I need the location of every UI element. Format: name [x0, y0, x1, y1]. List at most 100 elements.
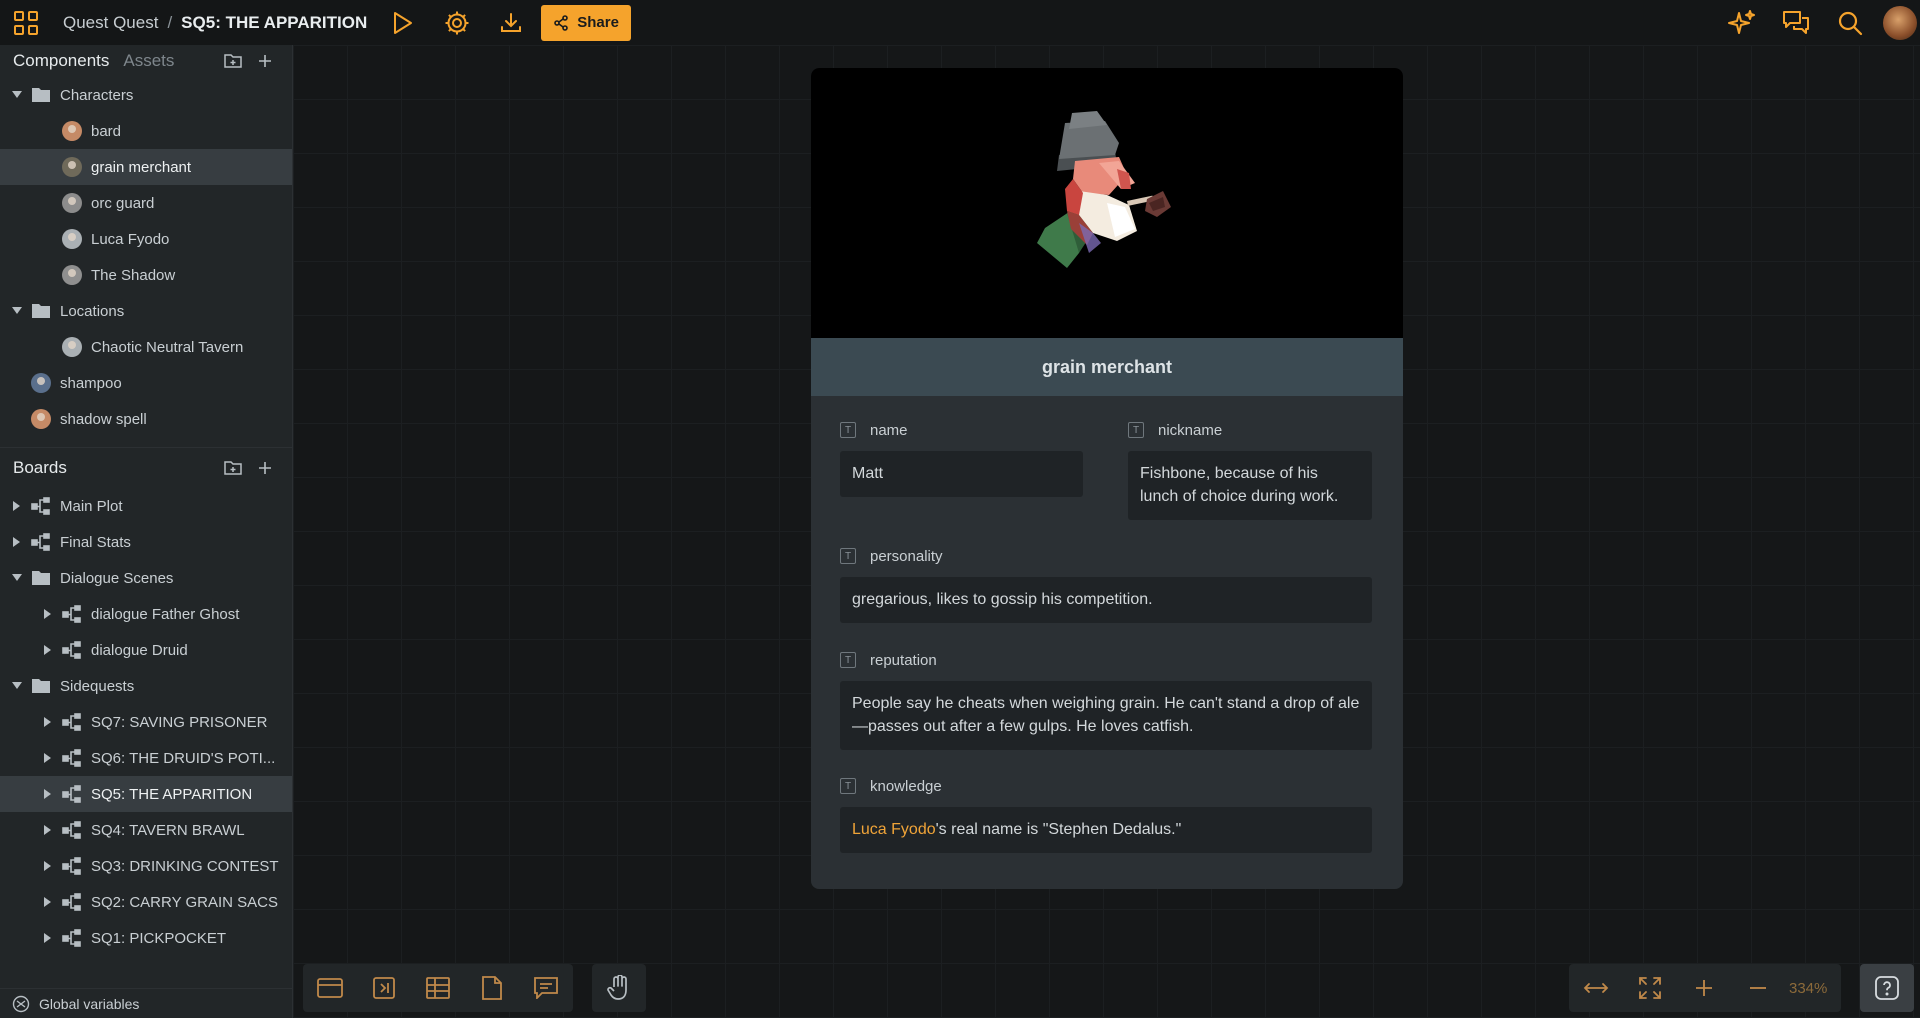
- sidebar-item-dialogue-druid[interactable]: dialogue Druid: [0, 632, 292, 668]
- new-board-folder-icon[interactable]: [219, 454, 247, 482]
- sidebar-item-sq4-tavern-brawl[interactable]: SQ4: TAVERN BRAWL: [0, 812, 292, 848]
- sidebar-item-the-shadow[interactable]: The Shadow: [0, 257, 292, 293]
- personality-input[interactable]: gregarious, likes to gossip his competit…: [840, 577, 1372, 623]
- sidebar-item-label: Chaotic Neutral Tavern: [91, 338, 244, 356]
- sidebar-item-dialogue-scenes[interactable]: Dialogue Scenes: [0, 560, 292, 596]
- global-variables-icon: [12, 995, 30, 1012]
- collapse-caret-icon[interactable]: [39, 789, 57, 799]
- pan-toolbar: [592, 964, 646, 1012]
- board-icon: [61, 783, 83, 805]
- collapse-caret-icon[interactable]: [39, 933, 57, 943]
- field-reputation: Treputation People say he cheats when we…: [840, 649, 1372, 750]
- sidebar-item-sq7-saving-prisoner[interactable]: SQ7: SAVING PRISONER: [0, 704, 292, 740]
- add-jump-node-icon[interactable]: [357, 964, 411, 1012]
- entity-thumbnail-icon: [30, 408, 52, 430]
- tab-assets[interactable]: Assets: [123, 51, 174, 71]
- expand-caret-icon[interactable]: [8, 91, 26, 99]
- sidebar-item-shampoo[interactable]: shampoo: [0, 365, 292, 401]
- entity-portrait: [811, 68, 1403, 338]
- add-table-node-icon[interactable]: [411, 964, 465, 1012]
- global-variables-button[interactable]: Global variables: [0, 988, 292, 1018]
- sidebar-item-dialogue-father-ghost[interactable]: dialogue Father Ghost: [0, 596, 292, 632]
- help-button[interactable]: [1860, 964, 1914, 1012]
- sidebar-item-label: Locations: [60, 302, 125, 320]
- sidebar-item-sq3-drinking-contest[interactable]: SQ3: DRINKING CONTEST: [0, 848, 292, 884]
- sidebar-item-label: SQ1: PICKPOCKET: [91, 929, 227, 947]
- breadcrumb-project[interactable]: Quest Quest: [63, 13, 158, 33]
- collapse-caret-icon[interactable]: [39, 609, 57, 619]
- sidebar-item-characters[interactable]: Characters: [0, 77, 292, 113]
- expand-caret-icon[interactable]: [8, 574, 26, 582]
- collapse-caret-icon[interactable]: [39, 753, 57, 763]
- sidebar-item-sidequests[interactable]: Sidequests: [0, 668, 292, 704]
- name-input[interactable]: Matt: [840, 451, 1083, 497]
- add-entity-node-icon[interactable]: [303, 964, 357, 1012]
- fit-width-icon[interactable]: [1569, 964, 1623, 1012]
- sidebar-item-grain-merchant[interactable]: grain merchant: [0, 149, 292, 185]
- sidebar-item-sq6-the-druid-s-poti[interactable]: SQ6: THE DRUID'S POTI...: [0, 740, 292, 776]
- folder-icon: [30, 567, 52, 589]
- search-icon[interactable]: [1830, 3, 1870, 43]
- ai-sparkle-icon[interactable]: [1722, 3, 1762, 43]
- field-knowledge-label: Tknowledge: [840, 775, 1372, 797]
- collapse-caret-icon[interactable]: [39, 645, 57, 655]
- sidebar-item-final-stats[interactable]: Final Stats: [0, 524, 292, 560]
- folder-icon: [30, 84, 52, 106]
- zoom-out-icon[interactable]: [1731, 964, 1785, 1012]
- gear-icon[interactable]: [437, 3, 477, 43]
- collapse-caret-icon[interactable]: [8, 537, 26, 547]
- entity-thumbnail-icon: [61, 156, 83, 178]
- sidebar-item-label: Final Stats: [60, 533, 131, 551]
- download-icon[interactable]: [491, 3, 531, 43]
- share-label: Share: [577, 14, 619, 31]
- collapse-caret-icon[interactable]: [39, 861, 57, 871]
- expand-caret-icon[interactable]: [8, 307, 26, 315]
- play-icon[interactable]: [383, 3, 423, 43]
- entity-card[interactable]: grain merchant Tname Matt Tnickname Fish…: [811, 68, 1403, 889]
- sidebar-item-sq5-the-apparition[interactable]: SQ5: THE APPARITION: [0, 776, 292, 812]
- entity-link-luca-fyodo[interactable]: Luca Fyodo: [852, 821, 936, 838]
- sidebar-item-luca-fyodo[interactable]: Luca Fyodo: [0, 221, 292, 257]
- tab-components[interactable]: Components: [13, 51, 109, 71]
- collapse-caret-icon[interactable]: [39, 897, 57, 907]
- new-folder-icon[interactable]: [219, 47, 247, 75]
- text-type-icon: T: [840, 422, 856, 438]
- sidebar-item-sq2-carry-grain-sacs[interactable]: SQ2: CARRY GRAIN SACS: [0, 884, 292, 920]
- sidebar-item-chaotic-neutral-tavern[interactable]: Chaotic Neutral Tavern: [0, 329, 292, 365]
- board-icon: [61, 855, 83, 877]
- share-button[interactable]: Share: [541, 4, 631, 41]
- apps-grid-icon[interactable]: [6, 3, 46, 43]
- entity-thumbnail-icon: [30, 372, 52, 394]
- sidebar-item-label: Luca Fyodo: [91, 230, 170, 248]
- collapse-caret-icon[interactable]: [39, 717, 57, 727]
- sidebar-item-credits[interactable]: Credits: [0, 956, 292, 963]
- expand-caret-icon[interactable]: [8, 682, 26, 690]
- sidebar-item-sq1-pickpocket[interactable]: SQ1: PICKPOCKET: [0, 920, 292, 956]
- global-variables-label: Global variables: [39, 995, 140, 1012]
- sidebar-item-main-plot[interactable]: Main Plot: [0, 488, 292, 524]
- sidebar-item-orc-guard[interactable]: orc guard: [0, 185, 292, 221]
- fullscreen-icon[interactable]: [1623, 964, 1677, 1012]
- collapse-caret-icon[interactable]: [39, 825, 57, 835]
- knowledge-input[interactable]: Luca Fyodo's real name is "Stephen Dedal…: [840, 807, 1372, 853]
- sidebar-item-bard[interactable]: bard: [0, 113, 292, 149]
- user-avatar-button[interactable]: [1880, 3, 1920, 43]
- collapse-caret-icon[interactable]: [8, 501, 26, 511]
- add-note-node-icon[interactable]: [465, 964, 519, 1012]
- reputation-input[interactable]: People say he cheats when weighing grain…: [840, 681, 1372, 750]
- zoom-level[interactable]: 334%: [1785, 980, 1841, 997]
- sidebar-item-locations[interactable]: Locations: [0, 293, 292, 329]
- zoom-in-icon[interactable]: [1677, 964, 1731, 1012]
- add-board-icon[interactable]: [251, 454, 279, 482]
- sidebar-item-shadow-spell[interactable]: shadow spell: [0, 401, 292, 437]
- sidebar-item-label: Characters: [60, 86, 134, 104]
- field-label: nickname: [1158, 421, 1223, 439]
- sidebar-item-label: dialogue Father Ghost: [91, 605, 240, 623]
- nickname-input[interactable]: Fishbone, because of his lunch of choice…: [1128, 451, 1372, 520]
- hand-pan-icon[interactable]: [592, 964, 646, 1012]
- add-component-icon[interactable]: [251, 47, 279, 75]
- text-type-icon: T: [1128, 422, 1144, 438]
- add-comment-node-icon[interactable]: [519, 964, 573, 1012]
- node-toolbar: [303, 964, 573, 1012]
- comments-icon[interactable]: [1776, 3, 1816, 43]
